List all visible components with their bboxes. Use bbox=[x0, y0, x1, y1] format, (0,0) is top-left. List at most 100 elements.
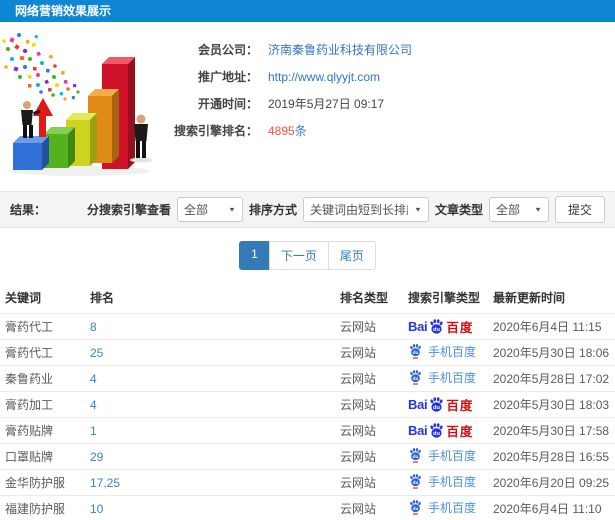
update-time-cell: 2020年5月28日 17:02 bbox=[488, 365, 615, 392]
mobile-baidu-label: du 手机百度 bbox=[408, 343, 476, 360]
mobile-baidu-text: 手机百度 bbox=[428, 370, 477, 385]
engine-type-cell: du 手机百度 bbox=[403, 495, 488, 520]
svg-text:du: du bbox=[433, 405, 440, 411]
svg-text:du: du bbox=[433, 431, 440, 437]
baidu-paw-icon: du bbox=[430, 319, 443, 334]
rank-cell: 8 bbox=[85, 313, 335, 340]
engine-type-cell: du 手机百度 bbox=[403, 365, 488, 392]
engine-filter-select[interactable]: 全部 ▼ bbox=[176, 197, 243, 222]
window-title-bar: 网络营销效果展示 bbox=[0, 0, 615, 22]
update-time-cell: 2020年5月30日 17:58 bbox=[488, 417, 615, 444]
header-rank-type: 排名类型 bbox=[340, 291, 389, 305]
engine-type-cell: du 手机百度 bbox=[403, 469, 488, 496]
page-title: 网络营销效果展示 bbox=[15, 4, 112, 18]
rank-count-label: 搜索引擎排名： bbox=[173, 124, 258, 138]
rank-type-cell: 云网站 bbox=[335, 391, 403, 418]
rank-type-cell: 云网站 bbox=[335, 313, 403, 340]
rank-type-cell: 云网站 bbox=[335, 469, 403, 496]
result-label: 结果： bbox=[10, 203, 47, 217]
update-time-cell: 2020年6月4日 11:10 bbox=[488, 495, 615, 520]
keyword-cell: 膏药加工 bbox=[0, 391, 85, 418]
mobile-baidu-paw-icon: du bbox=[410, 448, 421, 463]
keyword-cell: 秦鲁药业 bbox=[0, 365, 85, 392]
rank-link[interactable]: 10 bbox=[90, 502, 103, 516]
baidu-logo-cn-text: 百度 bbox=[446, 399, 474, 413]
mobile-baidu-label: du 手机百度 bbox=[408, 447, 476, 464]
engine-type-cell: du 手机百度 bbox=[403, 443, 488, 470]
engine-type-cell: du 手机百度 bbox=[403, 339, 488, 366]
engine-filter-value: 全部 bbox=[183, 203, 208, 217]
pagination: 1 下一页 尾页 bbox=[239, 241, 376, 270]
growth-bar-chart-illustration bbox=[2, 33, 152, 176]
rank-link[interactable]: 25 bbox=[90, 346, 103, 360]
chevron-down-icon: ▼ bbox=[228, 205, 236, 214]
sort-label: 排序方式 bbox=[248, 203, 297, 217]
table-row: 秦鲁药业 4 云网站 du 手机百度 2020年5月28日 17:02 bbox=[0, 365, 615, 392]
company-label: 会员公司： bbox=[197, 43, 258, 57]
submit-button[interactable]: 提交 bbox=[554, 196, 605, 223]
article-type-label: 文章类型 bbox=[434, 203, 483, 217]
rank-type-cell: 云网站 bbox=[335, 417, 403, 444]
open-time-label: 开通时间： bbox=[197, 97, 258, 111]
header-keyword: 关键词 bbox=[5, 291, 42, 305]
filter-bar: 结果： 分搜索引擎查看 全部 ▼ 排序方式 关键词由短到长排序 ▼ 文章类型 全… bbox=[0, 191, 615, 228]
baidu-logo: Bai du 百度 bbox=[408, 317, 473, 336]
member-info-fields: 会员公司： 济南秦鲁药业科技有限公司 推广地址： http://www.qlyy… bbox=[170, 36, 412, 144]
sort-select[interactable]: 关键词由短到长排序 ▼ bbox=[302, 197, 429, 222]
mobile-baidu-paw-icon: du bbox=[410, 474, 421, 489]
baidu-paw-icon: du bbox=[430, 397, 443, 412]
rank-link[interactable]: 17,25 bbox=[90, 476, 120, 490]
keyword-cell: 膏药代工 bbox=[0, 313, 85, 340]
rank-cell: 10 bbox=[85, 495, 335, 520]
header-rank: 排名 bbox=[90, 291, 115, 305]
last-page-button[interactable]: 尾页 bbox=[327, 241, 376, 270]
rank-link[interactable]: 4 bbox=[90, 372, 97, 386]
rank-type-cell: 云网站 bbox=[335, 339, 403, 366]
engine-filter-label: 分搜索引擎查看 bbox=[86, 203, 171, 217]
keyword-cell: 膏药代工 bbox=[0, 339, 85, 366]
next-page-button[interactable]: 下一页 bbox=[268, 241, 329, 270]
rank-type-cell: 云网站 bbox=[335, 495, 403, 520]
header-engine-type: 搜索引擎类型 bbox=[408, 291, 481, 305]
rank-link[interactable]: 4 bbox=[90, 398, 97, 412]
svg-text:du: du bbox=[413, 454, 419, 459]
rank-link[interactable]: 8 bbox=[90, 320, 97, 334]
rank-cell: 4 bbox=[85, 365, 335, 392]
rank-link[interactable]: 29 bbox=[90, 450, 103, 464]
info-row-open-time: 开通时间： 2019年5月27日 09:17 bbox=[170, 90, 412, 117]
rank-cell: 17,25 bbox=[85, 469, 335, 496]
mobile-baidu-text: 手机百度 bbox=[428, 344, 477, 359]
member-info-section: 会员公司： 济南秦鲁药业科技有限公司 推广地址： http://www.qlyy… bbox=[0, 22, 615, 191]
rank-count-number: 4895 bbox=[268, 124, 295, 138]
svg-text:du: du bbox=[433, 327, 440, 333]
promo-url-link[interactable]: http://www.qlyyjt.com bbox=[268, 70, 380, 84]
keyword-cell: 膏药贴牌 bbox=[0, 417, 85, 444]
info-row-url: 推广地址： http://www.qlyyjt.com bbox=[170, 63, 412, 90]
article-type-select[interactable]: 全部 ▼ bbox=[488, 197, 549, 222]
results-table-body: 膏药代工 8 云网站 Bai du 百度 2020年6月4日 11:15 膏药代… bbox=[0, 313, 615, 520]
rank-type-cell: 云网站 bbox=[335, 443, 403, 470]
keyword-cell: 福建防护服 bbox=[0, 495, 85, 520]
engine-type-cell: Bai du 百度 bbox=[403, 417, 488, 444]
table-row: 膏药加工 4 云网站 Bai du 百度 2020年5月30日 18:03 bbox=[0, 391, 615, 418]
keyword-cell: 金华防护服 bbox=[0, 469, 85, 496]
update-time-cell: 2020年6月4日 11:15 bbox=[488, 313, 615, 340]
keyword-cell: 口罩贴牌 bbox=[0, 443, 85, 470]
page-1-button[interactable]: 1 bbox=[239, 241, 270, 270]
rank-count-value: 4895条 bbox=[268, 122, 307, 139]
svg-text:du: du bbox=[413, 350, 419, 355]
header-update-time: 最新更新时间 bbox=[493, 291, 566, 305]
baidu-logo: Bai du 百度 bbox=[408, 395, 473, 414]
company-link[interactable]: 济南秦鲁药业科技有限公司 bbox=[268, 41, 412, 58]
chevron-down-icon: ▼ bbox=[534, 205, 542, 214]
table-row: 福建防护服 10 云网站 du 手机百度 2020年6月4日 11:10 bbox=[0, 495, 615, 520]
svg-text:du: du bbox=[413, 376, 419, 381]
update-time-cell: 2020年5月30日 18:03 bbox=[488, 391, 615, 418]
rank-link[interactable]: 1 bbox=[90, 424, 97, 438]
confetti-dots bbox=[2, 33, 80, 101]
mobile-baidu-text: 手机百度 bbox=[428, 500, 477, 515]
pagination-wrap: 1 下一页 尾页 bbox=[0, 228, 615, 282]
chevron-down-icon: ▼ bbox=[414, 205, 422, 214]
results-table: 关键词 排名 排名类型 搜索引擎类型 最新更新时间 膏药代工 8 云网站 Bai… bbox=[0, 282, 615, 520]
baidu-logo-cn-text: 百度 bbox=[446, 425, 474, 439]
